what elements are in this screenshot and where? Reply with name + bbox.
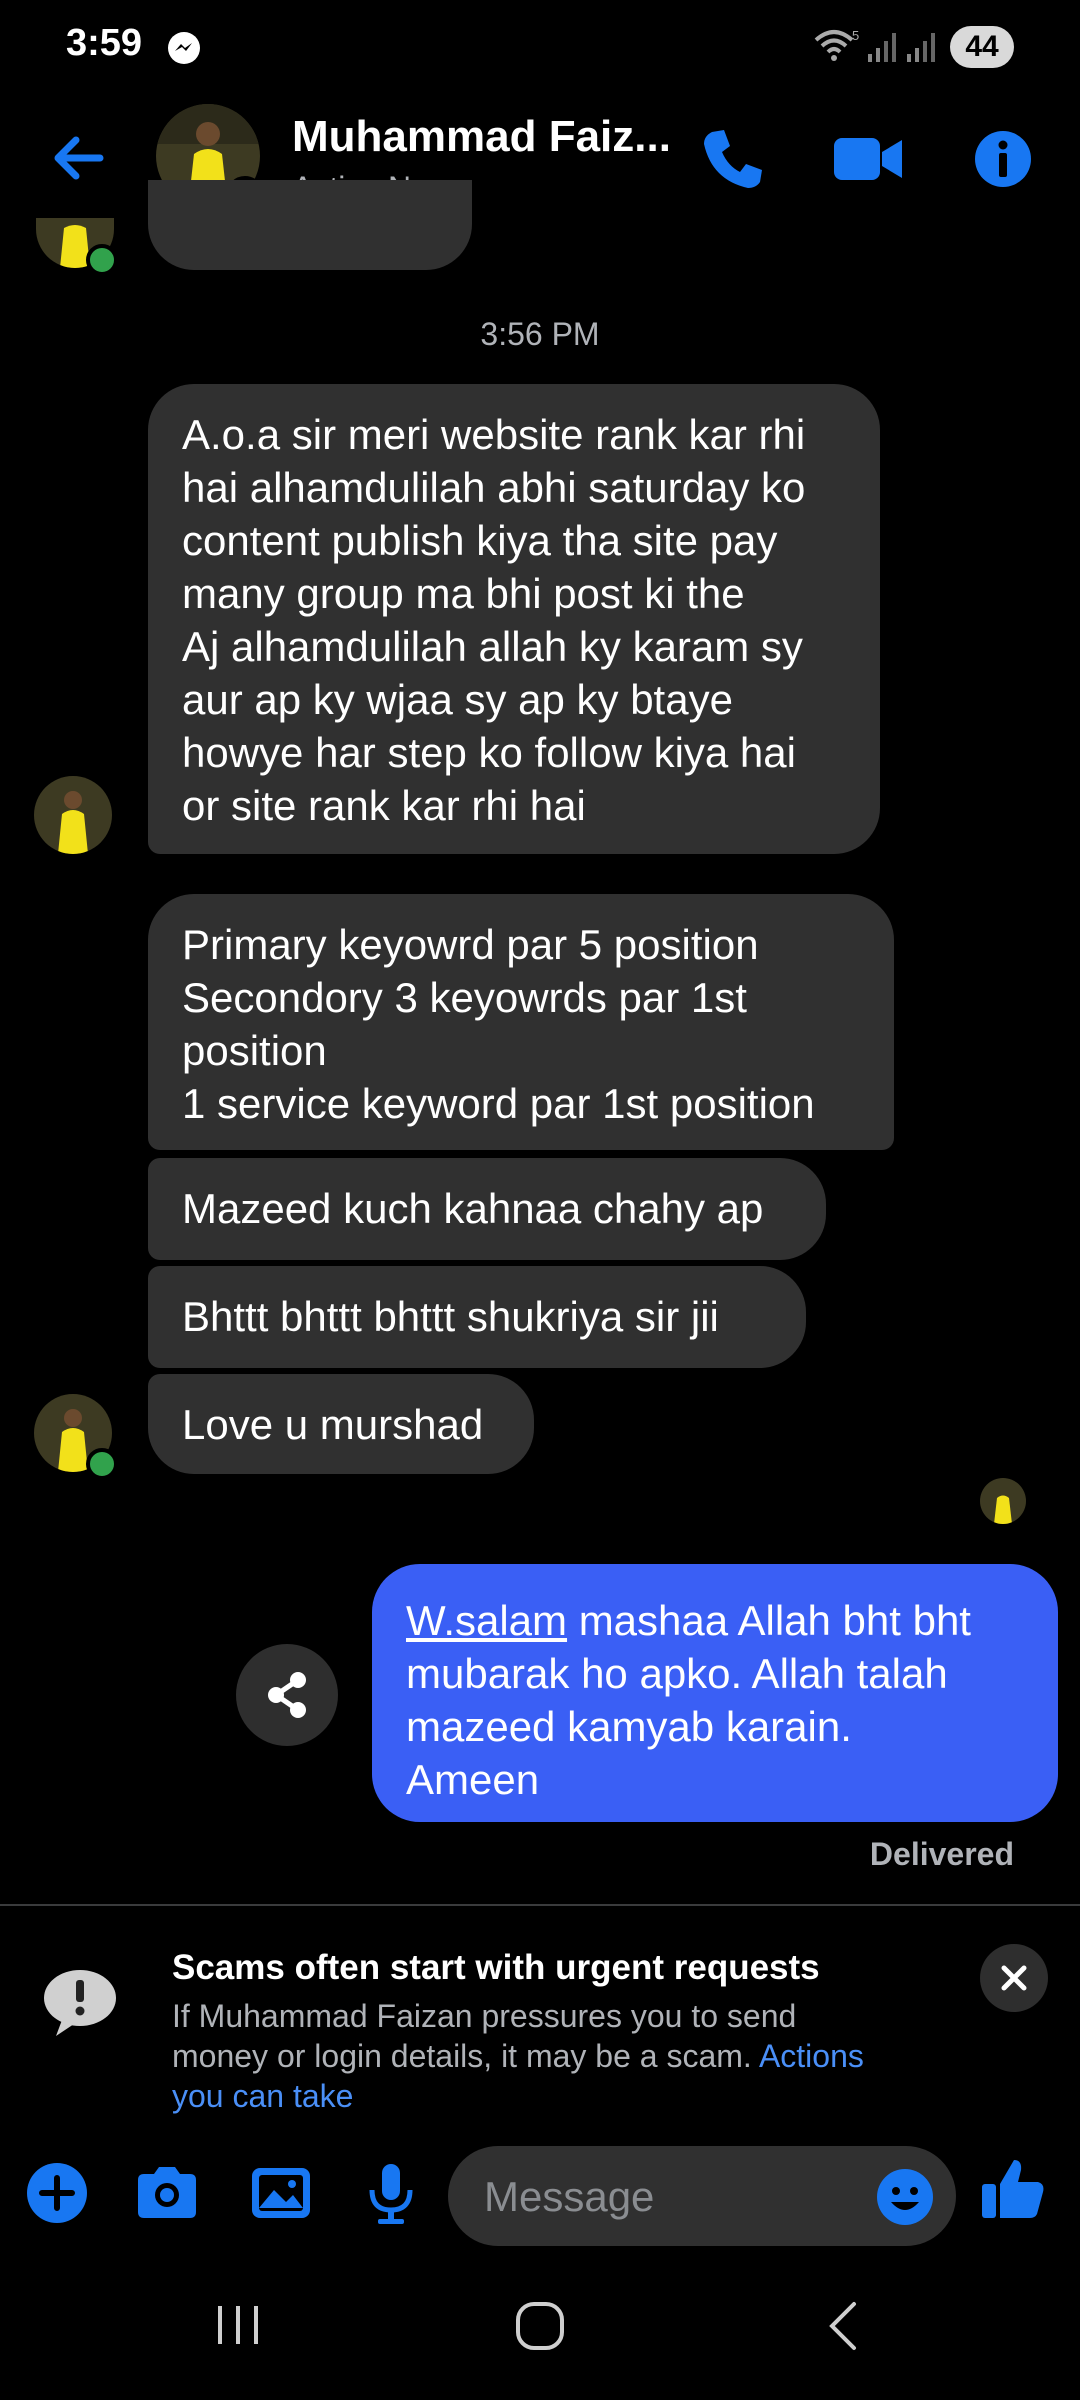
battery-indicator: 44 — [950, 26, 1014, 68]
message-line: aur ap ky wjaa sy ap ky btaye — [182, 676, 733, 723]
message-line: A.o.a sir meri website rank kar rhi — [182, 411, 806, 458]
thumbs-up-icon[interactable] — [978, 2154, 1048, 2224]
gallery-icon[interactable] — [246, 2158, 316, 2228]
scam-notice-text: If Muhammad Faizan pressures you to send… — [172, 1998, 797, 2074]
message-line: or site rank kar rhi hai — [182, 782, 586, 829]
seen-by-avatar — [980, 1478, 1026, 1524]
share-icon — [268, 1672, 306, 1718]
message-line: content publish kiya tha site pay — [182, 517, 778, 564]
message-line: Ameen — [406, 1756, 540, 1803]
sender-avatar[interactable] — [34, 776, 112, 854]
outgoing-message[interactable]: W.salam mashaa Allah bht bht mubarak ho … — [372, 1564, 1058, 1822]
delivery-status: Delivered — [869, 1836, 1014, 1872]
plus-icon[interactable] — [22, 2158, 92, 2228]
phone-icon[interactable] — [698, 124, 768, 194]
info-icon[interactable] — [970, 124, 1036, 194]
message-line: hai alhamdulilah abhi saturday ko — [182, 464, 806, 511]
message-line: howye har step ko follow kiya hai — [182, 729, 796, 776]
message-line: Love u murshad — [182, 1401, 484, 1448]
signal-strength-icon — [907, 33, 935, 62]
home-icon[interactable] — [510, 2298, 570, 2354]
message-line: position — [182, 1027, 327, 1074]
online-indicator — [86, 244, 118, 276]
share-button[interactable] — [236, 1644, 338, 1746]
message-line: Primary keyowrd par 5 position — [182, 921, 759, 968]
microphone-icon[interactable] — [356, 2158, 426, 2228]
message-line: many group ma bhi post ki the — [182, 570, 745, 617]
back-button[interactable] — [44, 128, 114, 188]
scam-notice-title: Scams often start with urgent requests — [172, 1948, 820, 1987]
contact-name[interactable]: Muhammad Faiz... — [292, 112, 672, 162]
previous-message-bubble[interactable] — [148, 180, 472, 270]
message-line: Bhttt bhttt bhttt shukriya sir jii — [182, 1293, 719, 1340]
message-line: mazeed kamyab karain. — [406, 1703, 852, 1750]
incoming-message[interactable]: Love u murshad — [148, 1374, 534, 1474]
message-line: Mazeed kuch kahnaa chahy ap — [182, 1185, 764, 1232]
status-time: 3:59 — [66, 22, 143, 64]
wifi-badge: 5 — [852, 28, 859, 43]
video-camera-icon[interactable] — [830, 124, 906, 194]
close-notice-button[interactable] — [980, 1944, 1048, 2012]
messenger-notification-icon — [168, 32, 200, 64]
wifi-icon: 5 — [814, 28, 859, 61]
message-input[interactable] — [482, 2146, 866, 2248]
divider — [0, 1904, 1080, 1906]
signal-strength-icon — [868, 33, 896, 62]
incoming-message[interactable]: Bhttt bhttt bhttt shukriya sir jii — [148, 1266, 806, 1368]
online-indicator — [86, 1448, 118, 1480]
message-line: 1 service keyword par 1st position — [182, 1080, 815, 1127]
incoming-message[interactable]: Mazeed kuch kahnaa chahy ap — [148, 1158, 826, 1260]
underlined-text[interactable]: W.salam — [406, 1597, 567, 1644]
message-line: Secondory 3 keyowrds par 1st — [182, 974, 747, 1021]
message-line: W.salam mashaa Allah bht bht — [406, 1594, 1024, 1647]
message-timestamp: 3:56 PM — [480, 316, 600, 352]
message-text: mashaa Allah bht bht — [567, 1597, 971, 1644]
message-line: mubarak ho apko. Allah talah — [406, 1650, 948, 1697]
camera-icon[interactable] — [132, 2158, 202, 2228]
recents-icon[interactable] — [210, 2300, 266, 2350]
message-line: Aj alhamdulilah allah ky karam sy — [182, 623, 803, 670]
incoming-message[interactable]: A.o.a sir meri website rank kar rhi hai … — [148, 384, 880, 854]
close-icon — [1001, 1965, 1027, 1991]
incoming-message[interactable]: Primary keyowrd par 5 position Secondory… — [148, 894, 894, 1150]
emoji-icon[interactable] — [874, 2166, 936, 2228]
back-nav-icon[interactable] — [818, 2298, 868, 2354]
scam-notice-body: If Muhammad Faizan pressures you to send… — [172, 1996, 892, 2116]
status-bar: 3:59 5 44 — [0, 0, 1080, 90]
exclamation-bubble-icon — [44, 1970, 116, 2036]
